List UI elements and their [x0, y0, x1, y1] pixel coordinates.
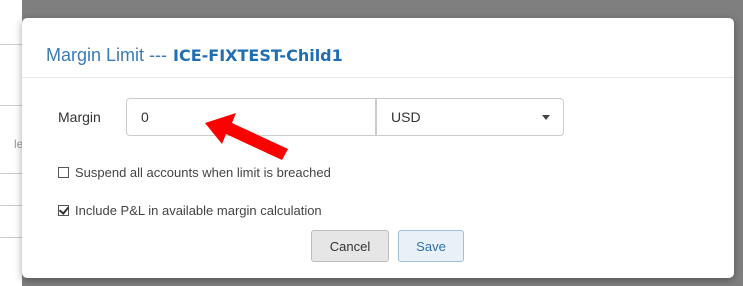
background-divider — [0, 205, 22, 206]
margin-limit-dialog: Margin Limit --- ICE-FIXTEST-Child1 Margi… — [22, 18, 734, 278]
background-divider — [0, 237, 22, 238]
include-pl-label: Include P&L in available margin calculat… — [75, 203, 322, 218]
cancel-button[interactable]: Cancel — [311, 230, 389, 262]
background-divider — [0, 44, 22, 45]
suspend-accounts-option[interactable]: Suspend all accounts when limit is breac… — [58, 165, 331, 180]
dialog-title-prefix: Margin Limit --- — [46, 45, 168, 65]
background-divider — [0, 105, 22, 106]
dialog-header: Margin Limit --- ICE-FIXTEST-Child1 — [22, 18, 734, 78]
background-page: le — [0, 0, 23, 286]
save-button[interactable]: Save — [398, 230, 464, 262]
dialog-title: Margin Limit --- ICE-FIXTEST-Child1 — [46, 45, 343, 66]
dialog-account-name: ICE-FIXTEST-Child1 — [173, 46, 343, 65]
include-pl-checkbox[interactable] — [58, 205, 69, 216]
currency-select[interactable]: USD — [376, 98, 564, 136]
suspend-accounts-label: Suspend all accounts when limit is breac… — [75, 165, 331, 180]
background-divider — [0, 173, 22, 174]
margin-label: Margin — [58, 109, 101, 125]
include-pl-option[interactable]: Include P&L in available margin calculat… — [58, 203, 322, 218]
currency-value: USD — [391, 109, 421, 125]
suspend-accounts-checkbox[interactable] — [58, 167, 69, 178]
red-arrow-annotation — [205, 113, 288, 160]
arrow-shape — [205, 113, 288, 160]
chevron-down-icon — [542, 115, 550, 120]
